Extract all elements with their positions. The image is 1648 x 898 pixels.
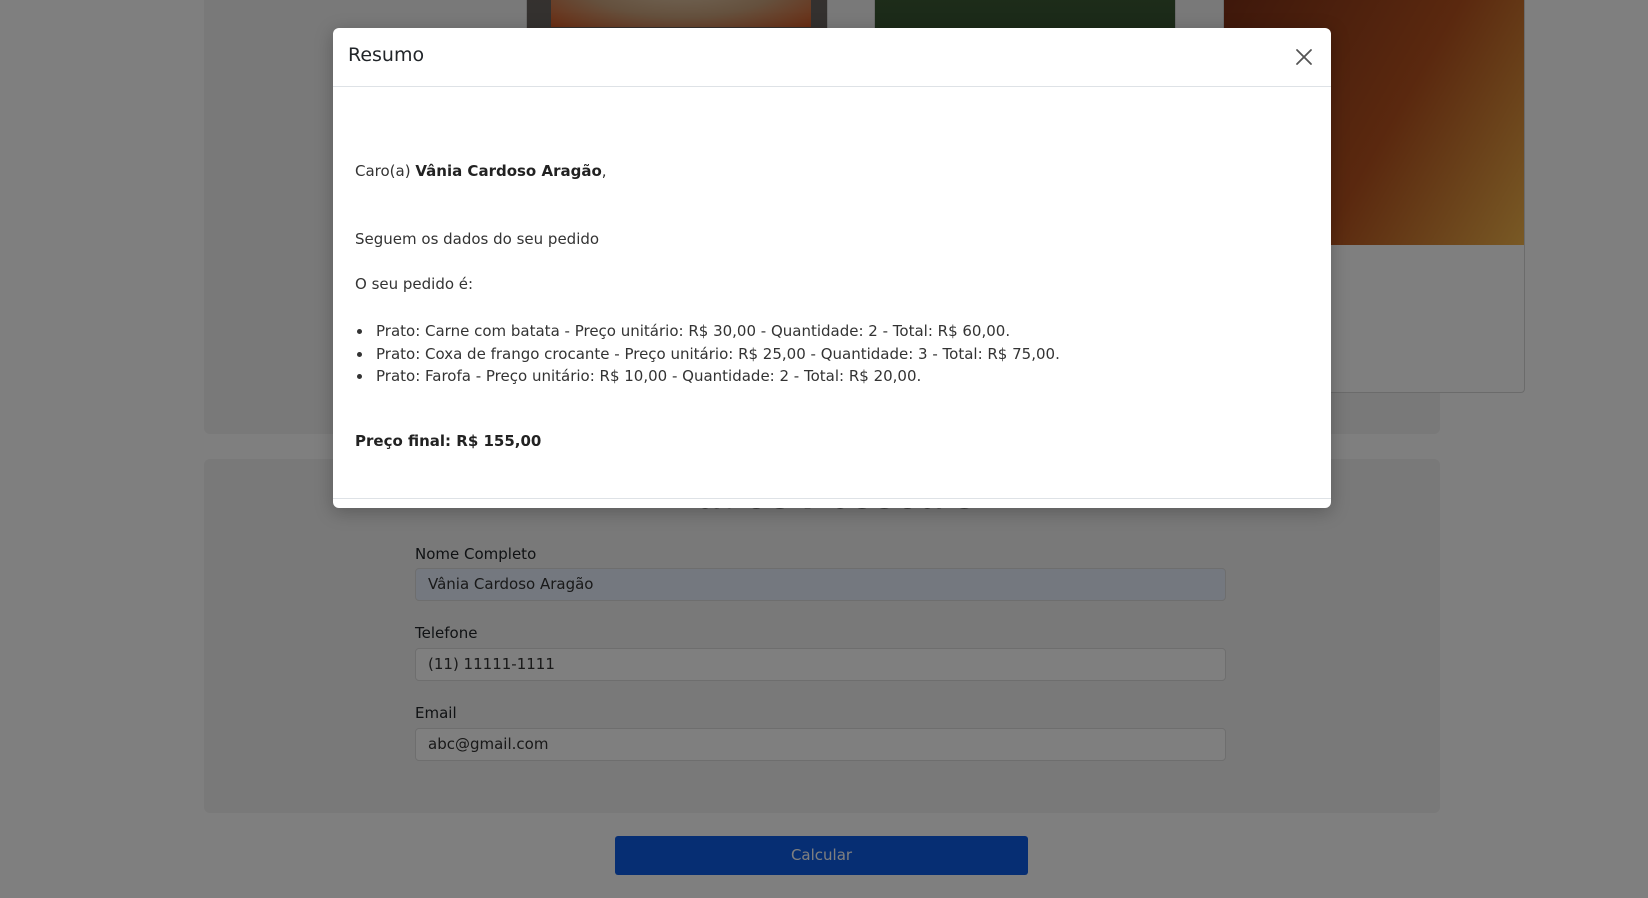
modal-title: Resumo bbox=[348, 44, 425, 66]
order-heading: O seu pedido é: bbox=[355, 275, 474, 293]
customer-name: Vânia Cardoso Aragão bbox=[415, 162, 602, 180]
order-list: Prato: Carne com batata - Preço unitário… bbox=[355, 320, 1060, 388]
close-button[interactable] bbox=[1289, 42, 1319, 72]
greeting-suffix: , bbox=[601, 162, 607, 180]
modal-header: Resumo bbox=[333, 28, 1331, 87]
summary-modal: Resumo Caro(a) Vânia Cardoso Aragão, Seg… bbox=[333, 28, 1331, 508]
list-item: Prato: Coxa de frango crocante - Preço u… bbox=[355, 343, 1060, 366]
greeting-prefix: Caro(a) bbox=[355, 162, 411, 180]
final-price: Preço final: R$ 155,00 bbox=[355, 432, 542, 450]
list-item: Prato: Farofa - Preço unitário: R$ 10,00… bbox=[355, 365, 1060, 388]
modal-footer bbox=[333, 498, 1331, 508]
order-intro: Seguem os dados do seu pedido bbox=[355, 230, 600, 248]
greeting: Caro(a) Vânia Cardoso Aragão, bbox=[355, 162, 607, 180]
list-item: Prato: Carne com batata - Preço unitário… bbox=[355, 320, 1060, 343]
modal-body: Caro(a) Vânia Cardoso Aragão, Seguem os … bbox=[333, 87, 1331, 498]
close-icon bbox=[1296, 49, 1312, 65]
